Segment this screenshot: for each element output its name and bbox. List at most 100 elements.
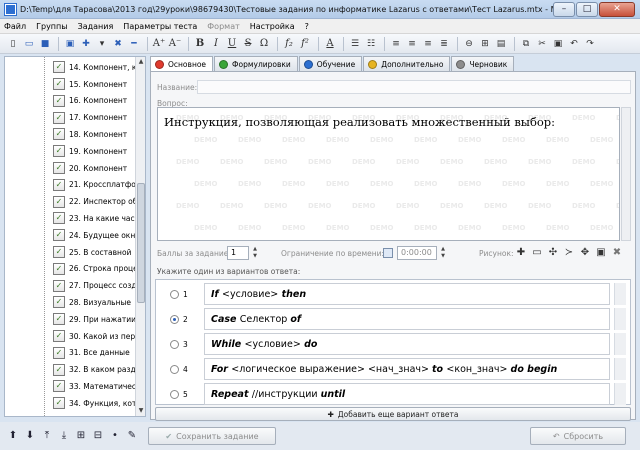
expand-icon[interactable]: ⊞ bbox=[74, 429, 88, 443]
time-spin-icon[interactable]: ▲ ▼ bbox=[439, 246, 447, 260]
answer-text-field[interactable]: For <логическое выражение> <нач_знач> to… bbox=[204, 358, 610, 380]
answer-radio[interactable] bbox=[170, 365, 179, 374]
answer-text-field[interactable]: If <условие> then bbox=[204, 283, 610, 305]
move-top-icon[interactable]: ⤒ bbox=[40, 429, 54, 443]
task-tree[interactable]: ✓ 14. Компонент, к ✓ 15. Компонент ✓ 16. Комп… bbox=[4, 56, 146, 417]
align-right-icon[interactable]: ≡ bbox=[421, 37, 435, 51]
subscript-button[interactable]: f₂ bbox=[282, 37, 296, 51]
align-left-icon[interactable]: ≡ bbox=[389, 37, 403, 51]
task-list-item[interactable]: ✓ 29. При нажатии bbox=[5, 311, 137, 328]
answer-text-field[interactable]: Repeat //инструкции until bbox=[204, 383, 610, 405]
tab-2[interactable]: Обучение bbox=[298, 56, 363, 71]
task-list-item[interactable]: ✓ 19. Компонент bbox=[5, 143, 137, 160]
task-list-item[interactable]: ✓ 22. Инспектор об bbox=[5, 193, 137, 210]
bullet-list-icon[interactable]: ☰ bbox=[348, 37, 362, 51]
answer-radio[interactable] bbox=[170, 340, 179, 349]
font-decrease-button[interactable]: A⁻ bbox=[168, 37, 182, 51]
font-color-button[interactable]: A bbox=[323, 37, 337, 51]
tab-0[interactable]: Основное bbox=[150, 56, 214, 72]
sidebar-scrollbar[interactable]: ▲ ▼ bbox=[135, 57, 145, 416]
paste-icon[interactable]: ▣ bbox=[551, 37, 565, 51]
maximize-button[interactable]: □ bbox=[576, 1, 598, 17]
answer-text-field[interactable]: While <условие> do bbox=[204, 333, 610, 355]
task-list-item[interactable]: ✓ 31. Все данные bbox=[5, 345, 137, 362]
task-list-item[interactable]: ✓ 21. Кроссплатфо bbox=[5, 177, 137, 194]
close-button[interactable]: ✕ bbox=[599, 1, 635, 17]
insert-icon[interactable]: ✣ bbox=[547, 247, 559, 259]
open-file-icon[interactable]: ▭ bbox=[22, 37, 36, 51]
redo-icon[interactable]: ↷ bbox=[583, 37, 597, 51]
task-list-item[interactable]: ✓ 26. Строка проце bbox=[5, 261, 137, 278]
points-spin-icon[interactable]: ▲ ▼ bbox=[251, 246, 259, 260]
save-picture-icon[interactable]: ▣ bbox=[595, 247, 607, 259]
collapse-icon[interactable]: ⊟ bbox=[91, 429, 105, 443]
menu-file[interactable]: Файл bbox=[4, 22, 26, 31]
task-list-item[interactable]: ✓ 16. Компонент bbox=[5, 93, 137, 110]
formula-icon[interactable]: ⊖ bbox=[462, 37, 476, 51]
delete-icon[interactable]: ✖ bbox=[111, 37, 125, 51]
special-char-button[interactable]: Ω bbox=[257, 37, 271, 51]
task-list-item[interactable]: ✓ 20. Компонент bbox=[5, 160, 137, 177]
answer-scrollbar[interactable] bbox=[614, 308, 626, 330]
add-answer-button[interactable]: ✚ Добавить еще вариант ответа bbox=[155, 407, 631, 421]
question-scrollbar[interactable] bbox=[621, 107, 631, 241]
task-list-item[interactable]: ✓ 17. Компонент bbox=[5, 109, 137, 126]
move-up-icon[interactable]: ⬆ bbox=[6, 429, 20, 443]
task-list-item[interactable]: ✓ 23. На какие час bbox=[5, 210, 137, 227]
move-down-icon[interactable]: ⬇ bbox=[23, 429, 37, 443]
add-task-icon[interactable]: ✚ bbox=[79, 37, 93, 51]
menu-groups[interactable]: Группы bbox=[36, 22, 67, 31]
answer-radio[interactable] bbox=[170, 290, 179, 299]
menu-format[interactable]: Формат bbox=[207, 22, 239, 31]
screen-icon[interactable]: ▭ bbox=[531, 247, 543, 259]
italic-button[interactable]: I bbox=[209, 37, 223, 51]
bold-button[interactable]: B bbox=[193, 37, 207, 51]
task-list-item[interactable]: ✓ 14. Компонент, к bbox=[5, 59, 137, 76]
picture-icon[interactable]: ▤ bbox=[494, 37, 508, 51]
align-center-icon[interactable]: ≡ bbox=[405, 37, 419, 51]
task-list-item[interactable]: ✓ 25. В составной bbox=[5, 244, 137, 261]
task-list-item[interactable]: ✓ 30. Какой из пер bbox=[5, 328, 137, 345]
menu-tasks[interactable]: Задания bbox=[78, 22, 114, 31]
dot-icon[interactable]: • bbox=[108, 429, 122, 443]
time-limit-input[interactable]: 0:00:00 bbox=[397, 246, 437, 260]
strikethrough-button[interactable]: S bbox=[241, 37, 255, 51]
task-list-item[interactable]: ✓ 32. В каком разд bbox=[5, 361, 137, 378]
task-list-item[interactable]: ✓ 18. Компонент bbox=[5, 126, 137, 143]
menu-test-params[interactable]: Параметры теста bbox=[123, 22, 197, 31]
menu-help[interactable]: ? bbox=[305, 22, 309, 31]
task-list-item[interactable]: ✓ 34. Функция, кото bbox=[5, 395, 137, 412]
add-picture-icon[interactable]: ✚ bbox=[515, 247, 527, 259]
scroll-up-icon[interactable]: ▲ bbox=[136, 57, 145, 67]
remove-icon[interactable]: ━ bbox=[127, 37, 141, 51]
answer-radio[interactable] bbox=[170, 390, 179, 399]
points-input[interactable]: 1 bbox=[227, 246, 249, 260]
save-task-button[interactable]: ✔ Сохранить задание bbox=[148, 427, 276, 445]
task-list-item[interactable]: ✓ 33. Математичес bbox=[5, 378, 137, 395]
answer-scrollbar[interactable] bbox=[614, 358, 626, 380]
time-limit-checkbox[interactable] bbox=[383, 248, 393, 258]
answer-text-field[interactable]: Case Селектор of bbox=[204, 308, 610, 330]
scroll-down-icon[interactable]: ▼ bbox=[136, 406, 145, 416]
task-list-item[interactable]: ✓ 27. Процесс созд bbox=[5, 277, 137, 294]
underline-button[interactable]: U bbox=[225, 37, 239, 51]
name-field[interactable] bbox=[197, 80, 631, 94]
tab-4[interactable]: Черновик bbox=[451, 56, 515, 71]
align-justify-icon[interactable]: ≣ bbox=[437, 37, 451, 51]
new-file-icon[interactable]: ▯ bbox=[6, 37, 20, 51]
menu-settings[interactable]: Настройка bbox=[250, 22, 295, 31]
copy-icon[interactable]: ⧉ bbox=[519, 37, 533, 51]
move-bottom-icon[interactable]: ⤓ bbox=[57, 429, 71, 443]
cut-icon[interactable]: ✂ bbox=[535, 37, 549, 51]
task-list-item[interactable]: ✓ 28. Визуальные bbox=[5, 294, 137, 311]
answer-radio[interactable] bbox=[170, 315, 179, 324]
table-icon[interactable]: ⊞ bbox=[478, 37, 492, 51]
undo-icon[interactable]: ↶ bbox=[567, 37, 581, 51]
delete-picture-icon[interactable]: ✖ bbox=[611, 247, 623, 259]
add-group-icon[interactable]: ▣ bbox=[63, 37, 77, 51]
font-increase-button[interactable]: A⁺ bbox=[152, 37, 166, 51]
edit-icon[interactable]: ✎ bbox=[125, 429, 139, 443]
tab-1[interactable]: Формулировки bbox=[214, 56, 298, 71]
reset-button[interactable]: ↶ Сбросить bbox=[530, 427, 626, 445]
task-list-item[interactable]: ✓ 24. Будущее окн bbox=[5, 227, 137, 244]
